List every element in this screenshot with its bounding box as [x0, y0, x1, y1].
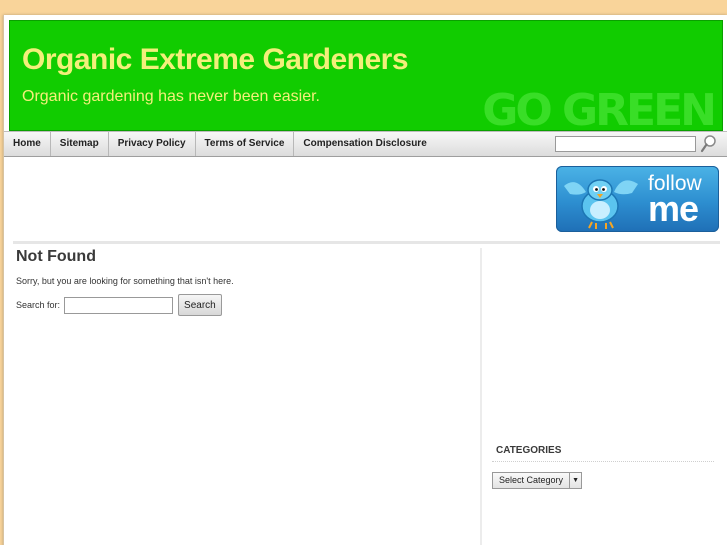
page-title: Not Found [16, 248, 96, 265]
search-icon[interactable] [700, 134, 718, 154]
me-text: me [648, 188, 699, 229]
twitter-follow-badge[interactable]: follow me [556, 166, 719, 232]
search-button[interactable]: Search [178, 294, 222, 316]
categories-heading: CATEGORIES [492, 445, 714, 462]
page-container: Organic Extreme Gardeners Organic garden… [3, 15, 727, 545]
twitter-bird-icon [564, 179, 638, 229]
search-form: Search for: Search [16, 294, 476, 316]
category-select[interactable]: Select Category ▼ [492, 472, 583, 489]
site-header: Organic Extreme Gardeners Organic garden… [9, 20, 723, 136]
site-description: Organic gardening has never been easier. [22, 88, 320, 105]
content-divider [13, 241, 720, 244]
chevron-down-icon[interactable]: ▼ [569, 473, 581, 488]
sidebar: CATEGORIES Select Category ▼ [492, 445, 714, 489]
nav-privacy-policy[interactable]: Privacy Policy [109, 132, 196, 156]
site-title[interactable]: Organic Extreme Gardeners [22, 43, 409, 77]
main-navigation: Home Sitemap Privacy Policy Terms of Ser… [4, 131, 727, 157]
nav-sitemap[interactable]: Sitemap [51, 132, 109, 156]
nav-compensation-disclosure[interactable]: Compensation Disclosure [294, 132, 435, 156]
nav-terms-of-service[interactable]: Terms of Service [196, 132, 295, 156]
nav-home[interactable]: Home [4, 132, 51, 156]
search-input[interactable] [64, 296, 174, 314]
header-search-input[interactable] [555, 136, 696, 152]
not-found-message: Sorry, but you are looking for something… [16, 276, 234, 286]
go-green-logo: GO GREEN [482, 85, 717, 136]
search-label: Search for: [16, 300, 61, 310]
sidebar-separator [480, 248, 482, 545]
category-select-value: Select Category [499, 475, 564, 485]
main-content: Not Found Sorry, but you are looking for… [16, 248, 476, 316]
